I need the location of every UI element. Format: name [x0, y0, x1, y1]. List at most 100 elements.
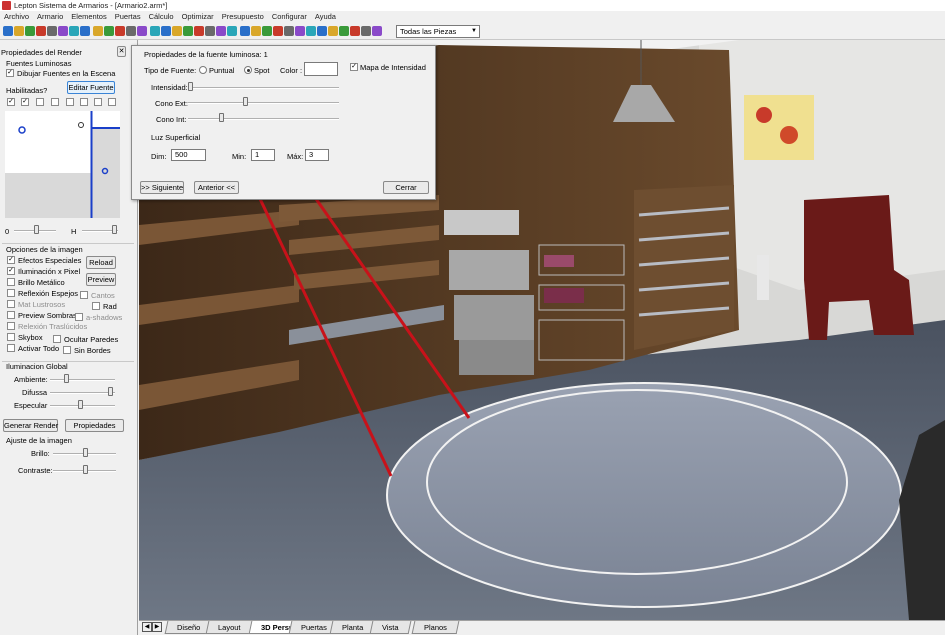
option-checkbox[interactable]	[63, 346, 71, 354]
menu-optimizar[interactable]: Optimizar	[178, 11, 218, 23]
ambient-thumb[interactable]	[64, 374, 69, 383]
light-enabled-8[interactable]	[108, 98, 116, 106]
flag-icon[interactable]	[262, 26, 272, 36]
light-slider-2-thumb[interactable]	[112, 225, 117, 234]
tab-5[interactable]: Vista	[369, 621, 411, 634]
image-icon[interactable]	[306, 26, 316, 36]
option-checkbox[interactable]	[7, 344, 15, 352]
dim-field[interactable]: 500	[171, 149, 206, 161]
type-spot-radio[interactable]	[244, 66, 252, 74]
option-checkbox[interactable]	[7, 289, 15, 297]
generate-render-button[interactable]: Generar Render	[3, 419, 58, 432]
option-checkbox[interactable]	[75, 313, 83, 321]
globe-icon[interactable]	[47, 26, 57, 36]
outer-cone-thumb[interactable]	[243, 97, 248, 106]
light-position-map[interactable]	[5, 111, 120, 218]
link-icon[interactable]	[183, 26, 193, 36]
door-icon[interactable]	[273, 26, 283, 36]
sphere-icon[interactable]	[194, 26, 204, 36]
print-icon[interactable]	[36, 26, 46, 36]
cube-icon[interactable]	[161, 26, 171, 36]
reload-button[interactable]: Reload	[86, 256, 116, 269]
tab-1[interactable]: Layout	[205, 621, 253, 634]
menu-puertas[interactable]: Puertas	[111, 11, 145, 23]
ruler-icon[interactable]	[126, 26, 136, 36]
tab-prev-icon[interactable]: ◀	[142, 622, 152, 632]
check-icon[interactable]	[216, 26, 226, 36]
contrast-thumb[interactable]	[83, 465, 88, 474]
close-dialog-button[interactable]: Cerrar	[383, 181, 429, 194]
light-enabled-5[interactable]	[66, 98, 74, 106]
light-enabled-4[interactable]	[51, 98, 59, 106]
preview-button[interactable]: Preview	[86, 273, 116, 286]
piece-filter-select[interactable]: Todas las Piezas ▼	[396, 25, 480, 38]
intensity-map-checkbox[interactable]: ✓	[350, 63, 358, 71]
option-checkbox[interactable]	[80, 291, 88, 299]
menu-ayuda[interactable]: Ayuda	[311, 11, 340, 23]
camera-icon[interactable]	[69, 26, 79, 36]
search-icon[interactable]	[25, 26, 35, 36]
open-icon[interactable]	[14, 26, 24, 36]
calc-icon[interactable]	[339, 26, 349, 36]
properties-button[interactable]: Propiedades	[65, 419, 124, 432]
brightness-thumb[interactable]	[83, 448, 88, 457]
tab-4[interactable]: Planta	[329, 621, 376, 634]
intensity-thumb[interactable]	[188, 82, 193, 91]
option-checkbox[interactable]: ✓	[7, 267, 15, 275]
option-checkbox[interactable]	[53, 335, 61, 343]
menu-configurar[interactable]: Configurar	[268, 11, 311, 23]
light-enabled-2[interactable]: ✓	[21, 98, 29, 106]
inner-cone-thumb[interactable]	[219, 113, 224, 122]
min-field[interactable]: 1	[251, 149, 275, 161]
box-icon[interactable]	[350, 26, 360, 36]
grid-icon[interactable]	[115, 26, 125, 36]
clock-icon[interactable]	[58, 26, 68, 36]
option-checkbox[interactable]	[7, 278, 15, 286]
light-enabled-6[interactable]	[80, 98, 88, 106]
chart-icon[interactable]	[361, 26, 371, 36]
option-checkbox[interactable]	[7, 311, 15, 319]
light-enabled-7[interactable]	[94, 98, 102, 106]
select-icon[interactable]	[104, 26, 114, 36]
option-checkbox[interactable]	[7, 300, 15, 308]
tab-6[interactable]: Planos	[411, 621, 460, 634]
option-checkbox[interactable]	[92, 302, 100, 310]
option-checkbox[interactable]	[7, 322, 15, 330]
render-icon[interactable]	[150, 26, 160, 36]
tab-next-icon[interactable]: ▶	[152, 622, 162, 632]
menu-presupuesto[interactable]: Presupuesto	[218, 11, 268, 23]
color-swatch[interactable]	[304, 62, 338, 76]
cube-icon[interactable]	[172, 26, 182, 36]
tool-icon[interactable]	[93, 26, 103, 36]
max-field[interactable]: 3	[305, 149, 329, 161]
new-icon[interactable]	[3, 26, 13, 36]
type-point-radio[interactable]	[199, 66, 207, 74]
edit-light-button[interactable]: Editar Fuente	[67, 81, 115, 94]
specular-thumb[interactable]	[78, 400, 83, 409]
previous-button[interactable]: Anterior <<	[194, 181, 239, 194]
menu-archivo[interactable]: Archivo	[0, 11, 33, 23]
next-button[interactable]: >> Siguiente	[140, 181, 184, 194]
move-icon[interactable]	[240, 26, 250, 36]
mail-icon[interactable]	[317, 26, 327, 36]
close-panel-button[interactable]: ✕	[117, 46, 126, 57]
option-checkbox[interactable]: ✓	[7, 256, 15, 264]
light-enabled-3[interactable]	[36, 98, 44, 106]
gear-icon[interactable]	[227, 26, 237, 36]
draw-lights-checkbox[interactable]: ✓	[6, 69, 14, 77]
settings-icon[interactable]	[80, 26, 90, 36]
book-icon[interactable]	[328, 26, 338, 36]
menu-elementos[interactable]: Elementos	[67, 11, 110, 23]
brush-icon[interactable]	[205, 26, 215, 36]
menu-calculo[interactable]: Cálculo	[145, 11, 178, 23]
save-icon[interactable]	[137, 26, 147, 36]
grid2-icon[interactable]	[372, 26, 382, 36]
filter-icon[interactable]	[284, 26, 294, 36]
light-enabled-1[interactable]: ✓	[7, 98, 15, 106]
menu-armario[interactable]: Armario	[33, 11, 67, 23]
bulb-icon[interactable]	[295, 26, 305, 36]
edit-icon[interactable]	[251, 26, 261, 36]
diffuse-thumb[interactable]	[108, 387, 113, 396]
option-checkbox[interactable]	[7, 333, 15, 341]
light-slider-1-thumb[interactable]	[34, 225, 39, 234]
